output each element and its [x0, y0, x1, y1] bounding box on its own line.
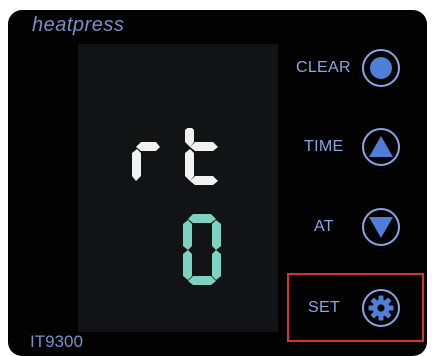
time-label: TIME	[304, 138, 344, 155]
seg-t-bottom	[190, 176, 218, 185]
lcd-display: rt 0	[78, 44, 278, 332]
seg-t-middle	[190, 142, 218, 151]
time-button-row: TIME	[290, 122, 420, 172]
display-line-1: rt	[78, 128, 278, 188]
seg-0-upper-left	[183, 220, 192, 250]
model-label: IT9300	[30, 332, 83, 351]
seg-t-lower-left	[185, 149, 194, 181]
set-highlight-box	[287, 273, 424, 342]
clear-label: CLEAR	[296, 59, 351, 76]
time-button[interactable]	[362, 128, 400, 166]
seven-segment-rt	[132, 128, 218, 185]
seg-r-middle	[136, 142, 160, 151]
seven-segment-0	[183, 214, 221, 285]
display-line-2: 0	[78, 214, 278, 286]
seg-t-upper-left	[185, 128, 194, 147]
at-label: AT	[314, 218, 334, 235]
triangle-up-icon	[369, 136, 393, 157]
at-button-row: AT	[290, 202, 420, 252]
clear-button-row: CLEAR	[290, 43, 420, 93]
seg-0-top	[188, 214, 216, 223]
seg-r-lower-left	[132, 149, 141, 181]
brand-label: heatpress	[32, 14, 125, 36]
seg-0-upper-right	[212, 220, 221, 250]
seg-0-lower-right	[212, 250, 221, 280]
triangle-down-icon	[369, 217, 393, 238]
seg-0-bottom	[188, 276, 216, 285]
seg-0-lower-left	[183, 250, 192, 280]
clear-button[interactable]	[362, 49, 400, 87]
at-button[interactable]	[362, 208, 400, 246]
circle-icon	[370, 57, 392, 79]
